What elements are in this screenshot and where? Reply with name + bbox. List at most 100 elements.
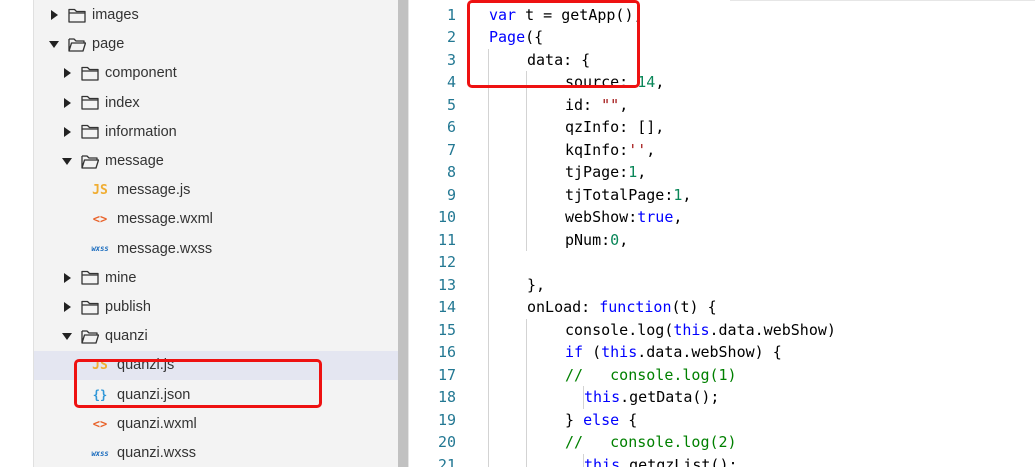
code-line[interactable]: 18 this.getData(); <box>410 386 1035 409</box>
chevron-down-icon[interactable] <box>48 38 60 50</box>
code-line[interactable]: 17 // console.log(1) <box>410 364 1035 387</box>
chevron-right-icon[interactable] <box>61 67 73 79</box>
code-text: id: "", <box>565 96 628 114</box>
chevron-right-icon[interactable] <box>48 9 60 21</box>
code-token: else <box>583 410 620 429</box>
folder-icon <box>81 270 99 285</box>
tree-folder-component[interactable]: component <box>34 59 398 88</box>
tree-item-label: page <box>92 36 125 53</box>
code-text: pNum:0, <box>565 231 628 249</box>
code-line[interactable]: 10 webShow:true, <box>410 206 1035 229</box>
tree-item-label: message.wxml <box>117 211 213 228</box>
code-token: id: <box>565 95 602 114</box>
line-number: 11 <box>437 230 456 249</box>
code-token: this <box>601 343 638 362</box>
code-line[interactable]: 9 tjTotalPage:1, <box>410 184 1035 207</box>
tree-folder-page[interactable]: page <box>34 30 398 59</box>
wxml-file-icon: <> <box>92 416 108 431</box>
code-token: console.log( <box>565 320 674 339</box>
code-token: "" <box>601 95 620 114</box>
code-line[interactable]: 5 id: "", <box>410 94 1035 117</box>
code-token: (t) { <box>671 298 717 317</box>
highlight-box-selected-file <box>74 359 322 408</box>
file-explorer-scrollbar[interactable] <box>398 0 408 467</box>
left-margin <box>0 0 33 467</box>
tree-file-quanzi-wxml[interactable]: <> quanzi.wxml <box>34 409 398 438</box>
tree-item-label: quanzi.wxml <box>117 415 197 432</box>
chevron-right-icon[interactable] <box>61 97 73 109</box>
tree-file-message-wxss[interactable]: wxss message.wxss <box>34 234 398 263</box>
line-number: 7 <box>446 140 456 159</box>
code-token: kqInfo: <box>565 140 629 159</box>
code-line[interactable]: 7 kqInfo:'', <box>410 139 1035 162</box>
code-line[interactable]: 15 console.log(this.data.webShow) <box>410 319 1035 342</box>
code-line[interactable]: 6 qzInfo: [], <box>410 116 1035 139</box>
code-token: , <box>619 95 629 114</box>
code-text: // console.log(2) <box>565 433 737 451</box>
code-line[interactable]: 13}, <box>410 274 1035 297</box>
line-number: 17 <box>437 365 456 384</box>
chevron-right-icon[interactable] <box>61 272 73 284</box>
tree-file-quanzi-wxss[interactable]: wxss quanzi.wxss <box>34 439 398 467</box>
code-line[interactable]: 8 tjPage:1, <box>410 161 1035 184</box>
tree-item-label: component <box>105 65 177 82</box>
code-line[interactable]: 11 pNum:0, <box>410 229 1035 252</box>
code-token: 1 <box>628 163 638 182</box>
code-token: // console.log(2) <box>565 433 737 452</box>
chevron-right-icon[interactable] <box>61 126 73 138</box>
code-token: , <box>673 208 683 227</box>
code-line[interactable]: 21 this.getqzList(); <box>410 454 1035 467</box>
code-line[interactable]: 20 // console.log(2) <box>410 431 1035 454</box>
tree-folder-images[interactable]: images <box>34 1 398 30</box>
tree-folder-information[interactable]: information <box>34 117 398 146</box>
code-token: ( <box>583 343 602 362</box>
chevron-right-icon[interactable] <box>61 301 73 313</box>
code-token: }, <box>527 275 546 294</box>
line-number: 20 <box>437 433 456 452</box>
folder-icon <box>81 66 99 81</box>
code-token: webShow: <box>565 208 638 227</box>
tree-item-label: publish <box>105 299 151 315</box>
chevron-down-icon[interactable] <box>61 155 73 167</box>
tree-folder-mine[interactable]: mine <box>34 263 398 292</box>
tree-item-label: mine <box>105 269 137 286</box>
indent-guide <box>525 71 527 251</box>
tree-item-label: message.js <box>117 182 191 199</box>
line-number: 4 <box>446 73 456 92</box>
tree-folder-index[interactable]: index <box>34 88 398 117</box>
line-number: 18 <box>437 388 456 407</box>
code-line[interactable]: 12 <box>410 251 1035 274</box>
code-token: , <box>655 73 665 92</box>
tree-file-message-js[interactable]: JS message.js <box>34 176 398 205</box>
indent-guide <box>487 48 489 467</box>
tree-folder-quanzi[interactable]: quanzi <box>34 322 398 351</box>
tree-folder-message[interactable]: message <box>34 147 398 176</box>
code-text: this.getqzList(); <box>584 456 738 467</box>
code-text: tjTotalPage:1, <box>565 186 691 204</box>
code-line[interactable]: 19} else { <box>410 409 1035 432</box>
code-line[interactable]: 16 if (this.data.webShow) { <box>410 341 1035 364</box>
tree-item-label: index <box>105 94 140 111</box>
code-token: .data.webShow) <box>709 320 836 339</box>
js-file-icon: JS <box>92 182 108 198</box>
code-line[interactable]: 14 onLoad: function(t) { <box>410 296 1035 319</box>
line-number: 5 <box>446 95 456 114</box>
code-text: qzInfo: [], <box>565 118 664 136</box>
code-token: { <box>619 410 638 429</box>
line-number: 10 <box>437 208 456 227</box>
code-token: .getData(); <box>620 388 720 407</box>
folder-icon <box>81 95 99 110</box>
code-text: console.log(this.data.webShow) <box>565 321 836 339</box>
line-number: 13 <box>437 275 456 294</box>
line-number: 1 <box>446 5 456 24</box>
tree-file-message-wxml[interactable]: <> message.wxml <box>34 205 398 234</box>
code-token: , <box>682 185 692 204</box>
line-number: 12 <box>437 253 456 272</box>
code-text: webShow:true, <box>565 208 682 226</box>
chevron-down-icon[interactable] <box>61 330 73 342</box>
folder-open-icon <box>81 154 99 169</box>
tree-item-label: message.wxss <box>117 240 213 257</box>
tree-folder-publish[interactable]: publish <box>34 293 398 322</box>
code-token: // console.log(1) <box>565 365 737 384</box>
folder-icon <box>81 124 99 139</box>
